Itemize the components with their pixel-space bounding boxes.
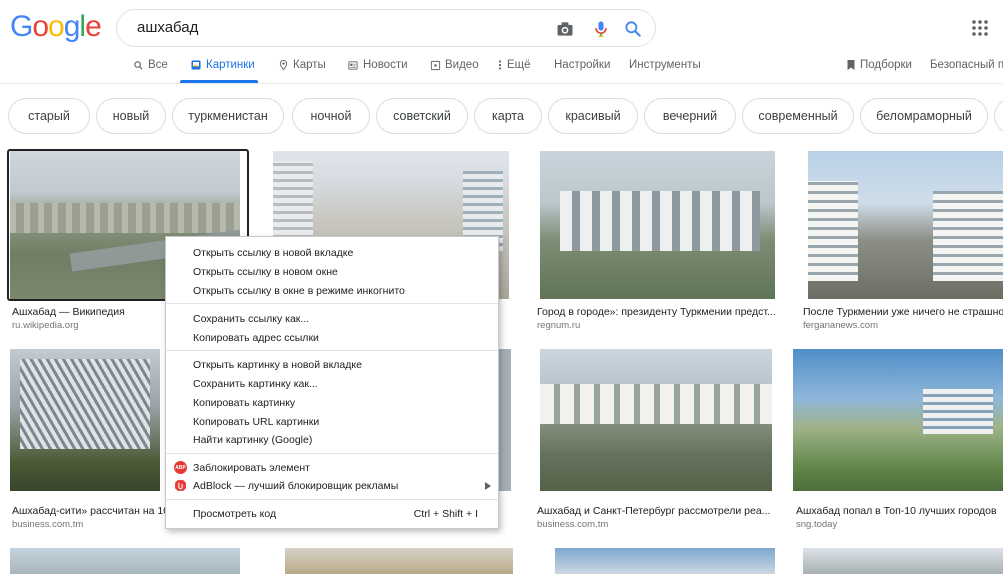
map-pin-icon (279, 59, 288, 71)
tab-label: Видео (445, 59, 479, 71)
tab-label: Карты (293, 59, 326, 71)
chip[interactable]: советский (376, 98, 468, 134)
more-vert-icon (498, 60, 502, 70)
menu-separator (166, 453, 498, 454)
image-thumbnail[interactable] (540, 349, 772, 491)
result-title[interactable]: Ашхабад и Санкт-Петербург рассмотрели ре… (537, 505, 777, 517)
tab-images[interactable]: Картинки (190, 59, 255, 71)
search-box[interactable] (116, 9, 656, 47)
chip[interactable]: туркменистан (172, 98, 284, 134)
tab-label: Новости (363, 59, 408, 71)
menu-item-copy-image-url[interactable]: Копировать URL картинки (193, 416, 319, 428)
menu-item-save-image[interactable]: Сохранить картинку как... (193, 378, 318, 390)
result-source[interactable]: business.com.tm (537, 519, 608, 530)
tab-more[interactable]: Ещё (497, 59, 531, 71)
result-title[interactable]: Город в городе»: президенту Туркмении пр… (537, 306, 777, 318)
collections-label: Подборки (860, 59, 912, 71)
menu-separator (166, 303, 498, 304)
video-icon (430, 60, 441, 70)
tab-maps[interactable]: Карты (278, 59, 326, 71)
chip[interactable]: новый (96, 98, 166, 134)
result-title[interactable]: Ашхабад попал в Топ-10 лучших городов (796, 505, 1003, 517)
google-logo[interactable]: Google (10, 10, 102, 44)
tab-label: Настройки (554, 59, 611, 71)
abp-icon: ABP (174, 461, 187, 474)
tab-label: Инструменты (629, 59, 701, 71)
menu-item-search-image[interactable]: Найти картинку (Google) (193, 434, 312, 446)
chip[interactable]: современный (742, 98, 854, 134)
adblock-icon (175, 480, 186, 491)
result-source[interactable]: regnum.ru (537, 320, 580, 331)
apps-grid-icon[interactable] (970, 18, 990, 38)
menu-item-adblock[interactable]: AdBlock — лучший блокировщик рекламы (193, 480, 398, 492)
tab-video[interactable]: Видео (430, 59, 479, 71)
menu-item-open-new-window[interactable]: Открыть ссылку в новом окне (193, 266, 338, 278)
submenu-arrow-icon (485, 482, 491, 490)
safe-search-label: Безопасный п (930, 59, 1003, 71)
image-thumbnail[interactable] (497, 349, 511, 491)
inspect-shortcut: Ctrl + Shift + I (413, 508, 478, 520)
tab-label: Картинки (206, 59, 255, 71)
image-thumbnail[interactable] (793, 349, 1003, 491)
menu-item-open-new-tab[interactable]: Открыть ссылку в новой вкладке (193, 247, 353, 259)
context-menu: Открыть ссылку в новой вкладке Открыть с… (165, 236, 499, 529)
image-thumbnail[interactable] (803, 548, 1003, 574)
image-thumbnail[interactable] (808, 151, 1003, 299)
microphone-icon[interactable] (591, 19, 611, 39)
image-thumbnail[interactable] (10, 548, 240, 574)
chip[interactable] (994, 98, 1003, 134)
header-divider (0, 83, 1003, 84)
chip[interactable]: беломраморный (860, 98, 988, 134)
chip[interactable]: карта (474, 98, 542, 134)
tab-tools[interactable]: Инструменты (629, 59, 701, 71)
search-tabs: Все Картинки Карты Новости Видео Ещё Нас… (0, 52, 1003, 80)
search-icon (134, 60, 143, 70)
menu-item-open-image[interactable]: Открыть картинку в новой вкладке (193, 359, 362, 371)
news-icon (348, 60, 358, 70)
tab-settings[interactable]: Настройки (554, 59, 610, 71)
result-source[interactable]: business.com.tm (12, 519, 83, 530)
bookmark-icon (847, 60, 855, 70)
chip[interactable]: старый (8, 98, 90, 134)
tab-news[interactable]: Новости (347, 59, 408, 71)
menu-item-block-element[interactable]: Заблокировать элемент (193, 462, 310, 474)
safe-search-link[interactable]: Безопасный п (930, 59, 1003, 71)
image-thumbnail[interactable] (10, 349, 160, 491)
result-title[interactable]: Ашхабад-сити» рассчитан на 10 (12, 505, 165, 517)
image-thumbnail[interactable] (540, 151, 775, 299)
chip[interactable]: красивый (548, 98, 638, 134)
image-icon (191, 60, 201, 70)
result-source[interactable]: fergananews.com (803, 320, 878, 331)
search-input[interactable] (135, 18, 519, 37)
image-thumbnail[interactable] (285, 548, 513, 574)
menu-item-copy-image[interactable]: Копировать картинку (193, 397, 295, 409)
menu-item-save-link[interactable]: Сохранить ссылку как... (193, 313, 309, 325)
tab-all[interactable]: Все (133, 59, 168, 71)
abp-badge-text: ABP (175, 464, 186, 471)
chip[interactable]: вечерний (644, 98, 736, 134)
chip[interactable]: ночной (292, 98, 370, 134)
menu-item-copy-link[interactable]: Копировать адрес ссылки (193, 332, 319, 344)
menu-item-inspect[interactable]: Просмотреть код (193, 508, 276, 520)
menu-item-open-incognito[interactable]: Открыть ссылку в окне в режиме инкогнито (193, 285, 405, 297)
image-thumbnail[interactable] (555, 548, 775, 574)
related-chips: старый новый туркменистан ночной советск… (0, 98, 1003, 138)
collections-link[interactable]: Подборки (846, 59, 912, 71)
result-title[interactable]: Ашхабад — Википедия (12, 306, 162, 318)
result-source[interactable]: sng.today (796, 519, 837, 530)
tab-label: Ещё (507, 59, 531, 71)
menu-separator (166, 350, 498, 351)
result-title[interactable]: После Туркмении уже ничего не страшно (803, 306, 1003, 318)
search-icon[interactable] (623, 19, 643, 39)
tab-label: Все (148, 59, 168, 71)
camera-icon[interactable] (555, 19, 575, 39)
result-source[interactable]: ru.wikipedia.org (12, 320, 79, 331)
menu-separator (166, 499, 498, 500)
